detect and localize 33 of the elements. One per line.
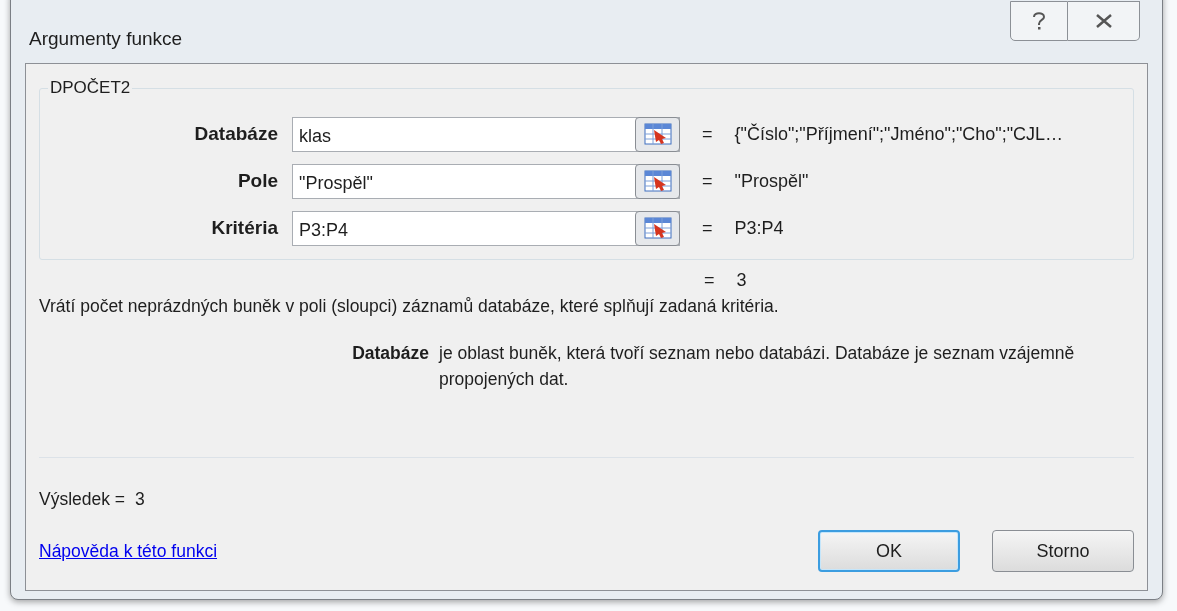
collapse-range-icon: [643, 170, 672, 192]
equals-sign: =: [702, 216, 713, 240]
function-description: Vrátí počet neprázdných buněk v poli (sloupci) záznamů databáze, které splňují zadaná kritéria.: [39, 295, 780, 318]
argument-description: je oblast buněk, která tvoří seznam nebo databázi. Databáze je seznam vzájemně propojených dat.: [439, 342, 1076, 391]
equals-sign: =: [704, 268, 715, 292]
argument-label: Pole: [236, 168, 279, 193]
argument-result: "Prospěl": [734, 169, 809, 193]
argument-label: Databáze: [193, 121, 279, 146]
formula-result: 3: [736, 268, 747, 292]
help-button[interactable]: [1010, 1, 1068, 41]
argument-result: P3:P4: [734, 216, 784, 240]
window-title: Argumenty funkce: [29, 27, 183, 51]
cancel-button[interactable]: Storno: [992, 530, 1134, 572]
result-value: 3: [135, 487, 145, 511]
help-link[interactable]: Nápověda k této funkci: [39, 537, 218, 565]
close-icon: [1094, 13, 1113, 29]
collapse-range-icon: [643, 217, 672, 239]
equals-sign: =: [702, 169, 713, 193]
ok-button[interactable]: OK: [818, 530, 960, 572]
argument-result: {"Číslo";"Příjmení";"Jméno";"Cho";"CJL…: [734, 122, 1064, 146]
argument-label: Kritéria: [210, 215, 279, 240]
range-select-button[interactable]: [635, 163, 680, 199]
collapse-range-icon: [643, 123, 672, 145]
argument-field[interactable]: P3:P4: [292, 210, 680, 246]
range-select-button[interactable]: [635, 116, 680, 152]
result-label: Výsledek =: [39, 487, 126, 511]
close-button[interactable]: [1068, 1, 1140, 41]
argument-name: Databáze: [351, 342, 430, 365]
argument-field[interactable]: "Prospěl": [292, 163, 680, 199]
equals-sign: =: [702, 122, 713, 146]
argument-field[interactable]: klas: [292, 116, 680, 152]
range-select-button[interactable]: [635, 210, 680, 246]
help-icon: [1032, 11, 1046, 31]
